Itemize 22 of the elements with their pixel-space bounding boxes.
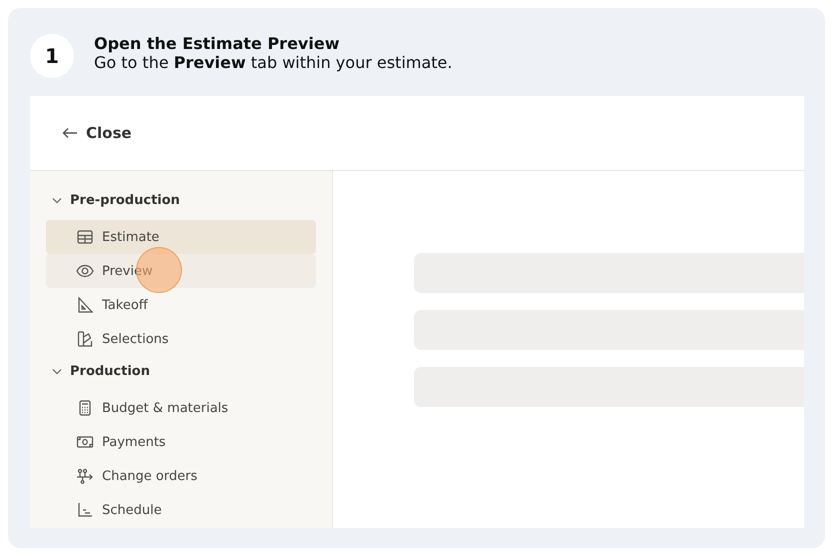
sidebar-item[interactable]: Takeoff: [46, 288, 316, 322]
sidebar-item[interactable]: Payments: [46, 425, 316, 459]
section-header[interactable]: Pre-production: [46, 188, 186, 213]
swatch-icon: [76, 330, 94, 348]
section-header[interactable]: Production: [46, 359, 156, 384]
eye-icon: [76, 262, 94, 280]
table-icon: [76, 228, 94, 246]
ruler-icon: [76, 296, 94, 314]
step-title: Open the Estimate Preview: [94, 34, 340, 53]
sidebar-item[interactable]: Change orders: [46, 459, 316, 493]
back-arrow-icon: [62, 127, 78, 139]
sidebar-item[interactable]: Schedule: [46, 493, 316, 527]
close-button[interactable]: Close: [60, 122, 134, 144]
chevron-icon: [52, 368, 62, 375]
sidebar-item[interactable]: Estimate: [46, 220, 316, 254]
chevron-icon: [52, 197, 62, 204]
flow-icon: [76, 467, 94, 485]
step-number: 1: [30, 34, 74, 78]
schedule-icon: [76, 501, 94, 519]
sidebar-item[interactable]: Budget & materials: [46, 391, 316, 425]
step-description: Go to the Preview tab within your estimate.: [94, 53, 452, 72]
sidebar-item[interactable]: Selections: [46, 322, 316, 356]
